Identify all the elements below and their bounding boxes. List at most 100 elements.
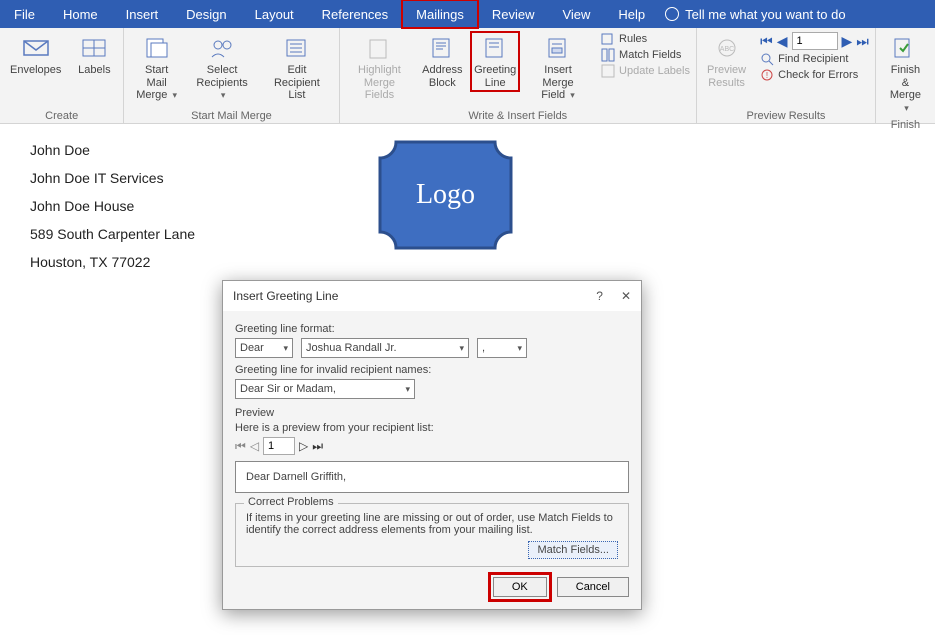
tab-layout[interactable]: Layout [241, 0, 308, 28]
match-fields-label: Match Fields [619, 49, 681, 61]
rules-button[interactable]: Rules [601, 32, 690, 46]
preview-next-button[interactable]: ▷ [299, 439, 308, 453]
group-preview-results: ABC PreviewResults ⏮ ◀ ▶ ⏭ Find Recipien… [697, 28, 876, 124]
write-small-stack: Rules Match Fields Update Labels [601, 32, 690, 78]
group-create-label: Create [6, 108, 117, 122]
rules-label: Rules [619, 33, 647, 45]
next-record-button[interactable]: ▶ [842, 33, 853, 50]
preview-results-icon: ABC [713, 34, 741, 62]
preview-navigator: ⏮ ◁ ▷ ⏭ [235, 437, 629, 455]
update-labels-icon [601, 64, 615, 78]
rules-icon [601, 32, 615, 46]
dialog-titlebar: Insert Greeting Line ? ✕ [223, 281, 641, 311]
find-recipient-button[interactable]: Find Recipient [760, 52, 869, 66]
tab-view[interactable]: View [548, 0, 604, 28]
edit-recipient-list-label: EditRecipient List [265, 64, 328, 102]
select-recipients-button[interactable]: SelectRecipients [189, 32, 255, 104]
last-record-button[interactable]: ⏭ [856, 33, 869, 50]
envelopes-label: Envelopes [10, 64, 61, 77]
select-recipients-label: SelectRecipients [193, 64, 251, 102]
address-block-button[interactable]: AddressBlock [419, 32, 465, 91]
check-errors-label: Check for Errors [778, 69, 858, 81]
match-fields-icon [601, 48, 615, 62]
group-write-insert: HighlightMerge Fields AddressBlock Greet… [340, 28, 697, 124]
mailmerge-icon [143, 34, 171, 62]
greeting-line-button[interactable]: GreetingLine [471, 32, 519, 91]
doc-line-5: Houston, TX 77022 [30, 254, 905, 270]
tab-design[interactable]: Design [172, 0, 240, 28]
tab-file[interactable]: File [0, 0, 49, 28]
labels-label: Labels [78, 64, 110, 77]
preview-results-button[interactable]: ABC PreviewResults [703, 32, 750, 91]
update-labels-button[interactable]: Update Labels [601, 64, 690, 78]
invalid-greeting-select[interactable]: Dear Sir or Madam, [235, 379, 415, 399]
preview-text: Dear Darnell Griffith, [246, 471, 346, 483]
tab-references[interactable]: References [308, 0, 402, 28]
edit-recipient-list-button[interactable]: EditRecipient List [261, 32, 332, 104]
svg-text:ABC: ABC [719, 46, 733, 53]
tab-insert[interactable]: Insert [112, 0, 173, 28]
tab-home[interactable]: Home [49, 0, 112, 28]
envelopes-button[interactable]: Envelopes [6, 32, 65, 79]
correct-problems-group: Correct Problems If items in your greeti… [235, 503, 629, 567]
start-mail-merge-button[interactable]: Start MailMerge [130, 32, 183, 104]
highlight-icon [365, 34, 393, 62]
first-record-button[interactable]: ⏮ [760, 33, 773, 50]
preview-prev-button[interactable]: ◁ [250, 439, 259, 453]
highlight-merge-fields-label: HighlightMerge Fields [350, 64, 410, 102]
insert-greeting-line-dialog: Insert Greeting Line ? ✕ Greeting line f… [222, 280, 642, 610]
group-write-label: Write & Insert Fields [346, 108, 690, 122]
match-fields-dialog-button[interactable]: Match Fields... [528, 541, 618, 559]
recipients-icon [208, 34, 236, 62]
search-icon [760, 52, 774, 66]
match-fields-button[interactable]: Match Fields [601, 48, 690, 62]
dialog-help-button[interactable]: ? [596, 289, 603, 303]
group-start-mail-merge: Start MailMerge SelectRecipients EditRec… [124, 28, 339, 124]
punctuation-select[interactable]: , [477, 338, 527, 358]
greeting-word-select[interactable]: Dear [235, 338, 293, 358]
logo-text: Logo [416, 179, 475, 211]
insert-merge-field-icon [544, 34, 572, 62]
address-block-label: AddressBlock [422, 64, 462, 89]
preview-last-button[interactable]: ⏭ [312, 439, 323, 454]
tell-me-label: Tell me what you want to do [685, 7, 845, 22]
labels-button[interactable]: Labels [71, 32, 117, 79]
check-icon: ! [760, 68, 774, 82]
finish-merge-label: Finish &Merge [886, 64, 925, 115]
name-format-select[interactable]: Joshua Randall Jr. [301, 338, 469, 358]
highlight-merge-fields-button[interactable]: HighlightMerge Fields [346, 32, 414, 104]
ribbon: Envelopes Labels Create Start MailMerge [0, 28, 935, 124]
insert-merge-field-button[interactable]: Insert MergeField [525, 32, 591, 104]
preview-hint: Here is a preview from your recipient li… [235, 422, 629, 434]
edit-list-icon [283, 34, 311, 62]
tab-help[interactable]: Help [604, 0, 659, 28]
prev-record-button[interactable]: ◀ [777, 33, 788, 50]
tell-me-search[interactable]: Tell me what you want to do [665, 0, 845, 28]
svg-text:!: ! [766, 71, 768, 80]
logo-shape: Logo [378, 140, 513, 250]
update-labels-label: Update Labels [619, 65, 690, 77]
tab-review[interactable]: Review [478, 0, 549, 28]
address-block-icon [428, 34, 456, 62]
preview-small-stack: ⏮ ◀ ▶ ⏭ Find Recipient ! Check for [760, 32, 869, 82]
finish-merge-button[interactable]: Finish &Merge [882, 32, 929, 117]
format-label: Greeting line format: [235, 323, 629, 335]
group-preview-label: Preview Results [703, 108, 869, 122]
invalid-label: Greeting line for invalid recipient name… [235, 364, 629, 376]
check-errors-button[interactable]: ! Check for Errors [760, 68, 869, 82]
greeting-line-icon [481, 34, 509, 62]
dialog-close-button[interactable]: ✕ [621, 289, 631, 303]
preview-first-button[interactable]: ⏮ [235, 439, 246, 454]
preview-results-label: PreviewResults [707, 64, 746, 89]
lightbulb-icon [665, 7, 679, 21]
find-recipient-label: Find Recipient [778, 53, 848, 65]
dialog-body: Greeting line format: Dear Joshua Randal… [223, 311, 641, 609]
dialog-title: Insert Greeting Line [233, 289, 338, 303]
record-number-input[interactable] [792, 32, 838, 50]
ok-button[interactable]: OK [493, 577, 547, 597]
envelope-icon [22, 34, 50, 62]
tab-mailings[interactable]: Mailings [402, 0, 478, 28]
preview-index-input[interactable] [263, 437, 295, 455]
correct-problems-text: If items in your greeting line are missi… [246, 512, 618, 536]
cancel-button[interactable]: Cancel [557, 577, 629, 597]
